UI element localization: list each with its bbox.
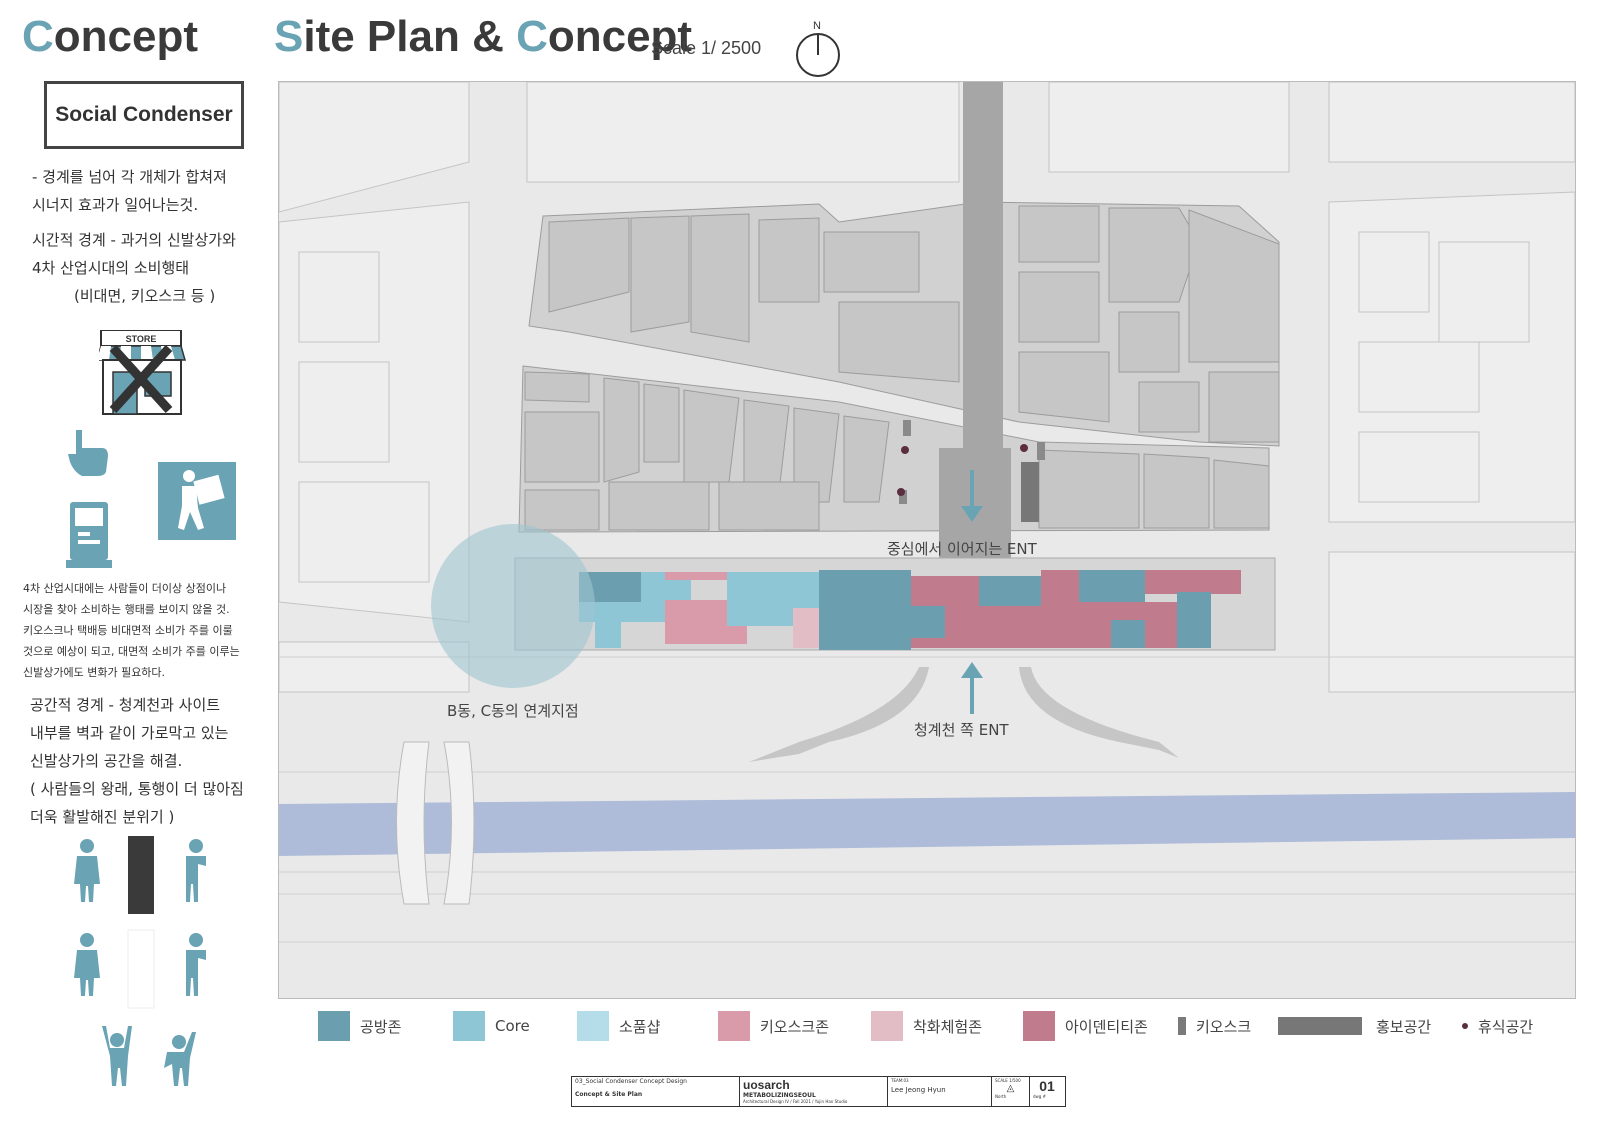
people-wall-icons [74, 836, 206, 1086]
concept-line-5: (비대면, 키오스크 등 ) [74, 287, 216, 305]
legend-swatch [718, 1011, 750, 1041]
tb-team: TEAM:03 [891, 1078, 909, 1083]
space-line-3: 신발상가의 공간을 해결. [30, 752, 183, 770]
store-sign: STORE [126, 334, 157, 344]
legend-identity: 아이덴티티존 [1023, 1010, 1148, 1042]
legend-sopum: 소품샵 [577, 1010, 660, 1042]
legend-swatch [1278, 1017, 1362, 1035]
store-crossed-icon: STORE [99, 330, 186, 415]
central-axis [963, 82, 1003, 452]
space-line-5: 더욱 활발해진 분위기 ) [30, 808, 175, 826]
legend-core: Core [453, 1010, 530, 1042]
legend-swatch [318, 1011, 350, 1041]
tb-dwg: dwg # [1033, 1094, 1046, 1099]
site-plan-map: 중심에서 이어지는 ENT B동, C동의 연계지점 청계천 쪽 ENT [278, 81, 1576, 999]
connection-label: B동, C동의 연계지점 [447, 702, 579, 720]
small-text-4: 것으로 예상이 되고, 대면적 소비가 주를 이루는 [23, 645, 240, 658]
compass-icon [796, 33, 840, 77]
left-title: Concept [22, 12, 199, 61]
small-text-5: 신발상가에도 변화가 필요하다. [23, 666, 166, 679]
tb-number: 01 [1039, 1078, 1055, 1094]
north-label: N [813, 20, 821, 32]
legend-kiosk-zone: 키오스크존 [718, 1010, 829, 1042]
legend-fitting: 착화체험존 [871, 1010, 982, 1042]
space-line-4: ( 사람들의 왕래, 통행이 더 많아짐 [30, 780, 244, 798]
scale-label: Scale 1/ 2500 [651, 38, 762, 58]
legend-swatch [453, 1011, 485, 1041]
tb-name: Lee Jeong Hyun [891, 1086, 946, 1094]
touch-hand-icon [68, 430, 108, 476]
tb-sub1: METABOLIZINGSEOUL [743, 1092, 816, 1099]
stream-ent-label: 청계천 쪽 ENT [914, 721, 1009, 739]
tb-project: 03_Social Condenser Concept Design [575, 1078, 687, 1085]
legend-swatch [1023, 1011, 1055, 1041]
tb-sub2: Architectural Design IV / Fall 2021 / Yu… [743, 1099, 848, 1104]
connection-circle [431, 524, 595, 688]
space-line-2: 내부를 벽과 같이 가로막고 있는 [30, 724, 229, 742]
social-condenser-box: Social Condenser [44, 81, 244, 149]
legend-swatch [871, 1011, 903, 1041]
legend-swatch [577, 1011, 609, 1041]
wall-block [128, 836, 154, 914]
legend-kiosk: 키오스크 [1178, 1010, 1251, 1042]
program-zones [579, 570, 1241, 650]
concept-line-1: - 경계를 넘어 각 개체가 합쳐져 [32, 168, 227, 186]
small-text-2: 시장을 찾아 소비하는 행태를 보이지 않을 것. [23, 603, 230, 616]
small-text-3: 키오스크나 택배등 비대면적 소비가 주를 이룰 [23, 624, 233, 637]
tb-north: North [995, 1094, 1007, 1099]
north-arrow: N [795, 20, 841, 78]
title-block: 03_Social Condenser Concept Design Conce… [571, 1076, 1066, 1107]
delivery-icon [158, 462, 236, 540]
concept-line-3: 시간적 경계 - 과거의 신발상가와 [32, 231, 236, 249]
concept-line-2: 시너지 효과가 일어나는것. [32, 196, 199, 214]
tb-sheet: Concept & Site Plan [575, 1091, 643, 1098]
kiosk-icon [66, 502, 112, 568]
legend-rest: 휴식공간 [1462, 1010, 1533, 1042]
center-ent-label: 중심에서 이어지는 ENT [887, 540, 1037, 558]
legend-swatch [1462, 1023, 1468, 1029]
tb-brand: uosarch [743, 1078, 790, 1092]
wall-removed [127, 929, 155, 1009]
main-title: Site Plan & Concept [274, 12, 693, 61]
concept-line-4: 4차 산업시대의 소비행태 [32, 259, 190, 277]
legend-gongbang: 공방존 [318, 1010, 401, 1042]
space-line-1: 공간적 경계 - 청계천과 사이트 [30, 696, 221, 714]
small-text-1: 4차 산업시대에는 사람들이 더이상 상점이나 [23, 582, 227, 595]
legend-promo: 홍보공간 [1278, 1010, 1431, 1042]
legend-swatch [1178, 1017, 1186, 1035]
tb-north-icon: ◬ [1006, 1083, 1015, 1094]
